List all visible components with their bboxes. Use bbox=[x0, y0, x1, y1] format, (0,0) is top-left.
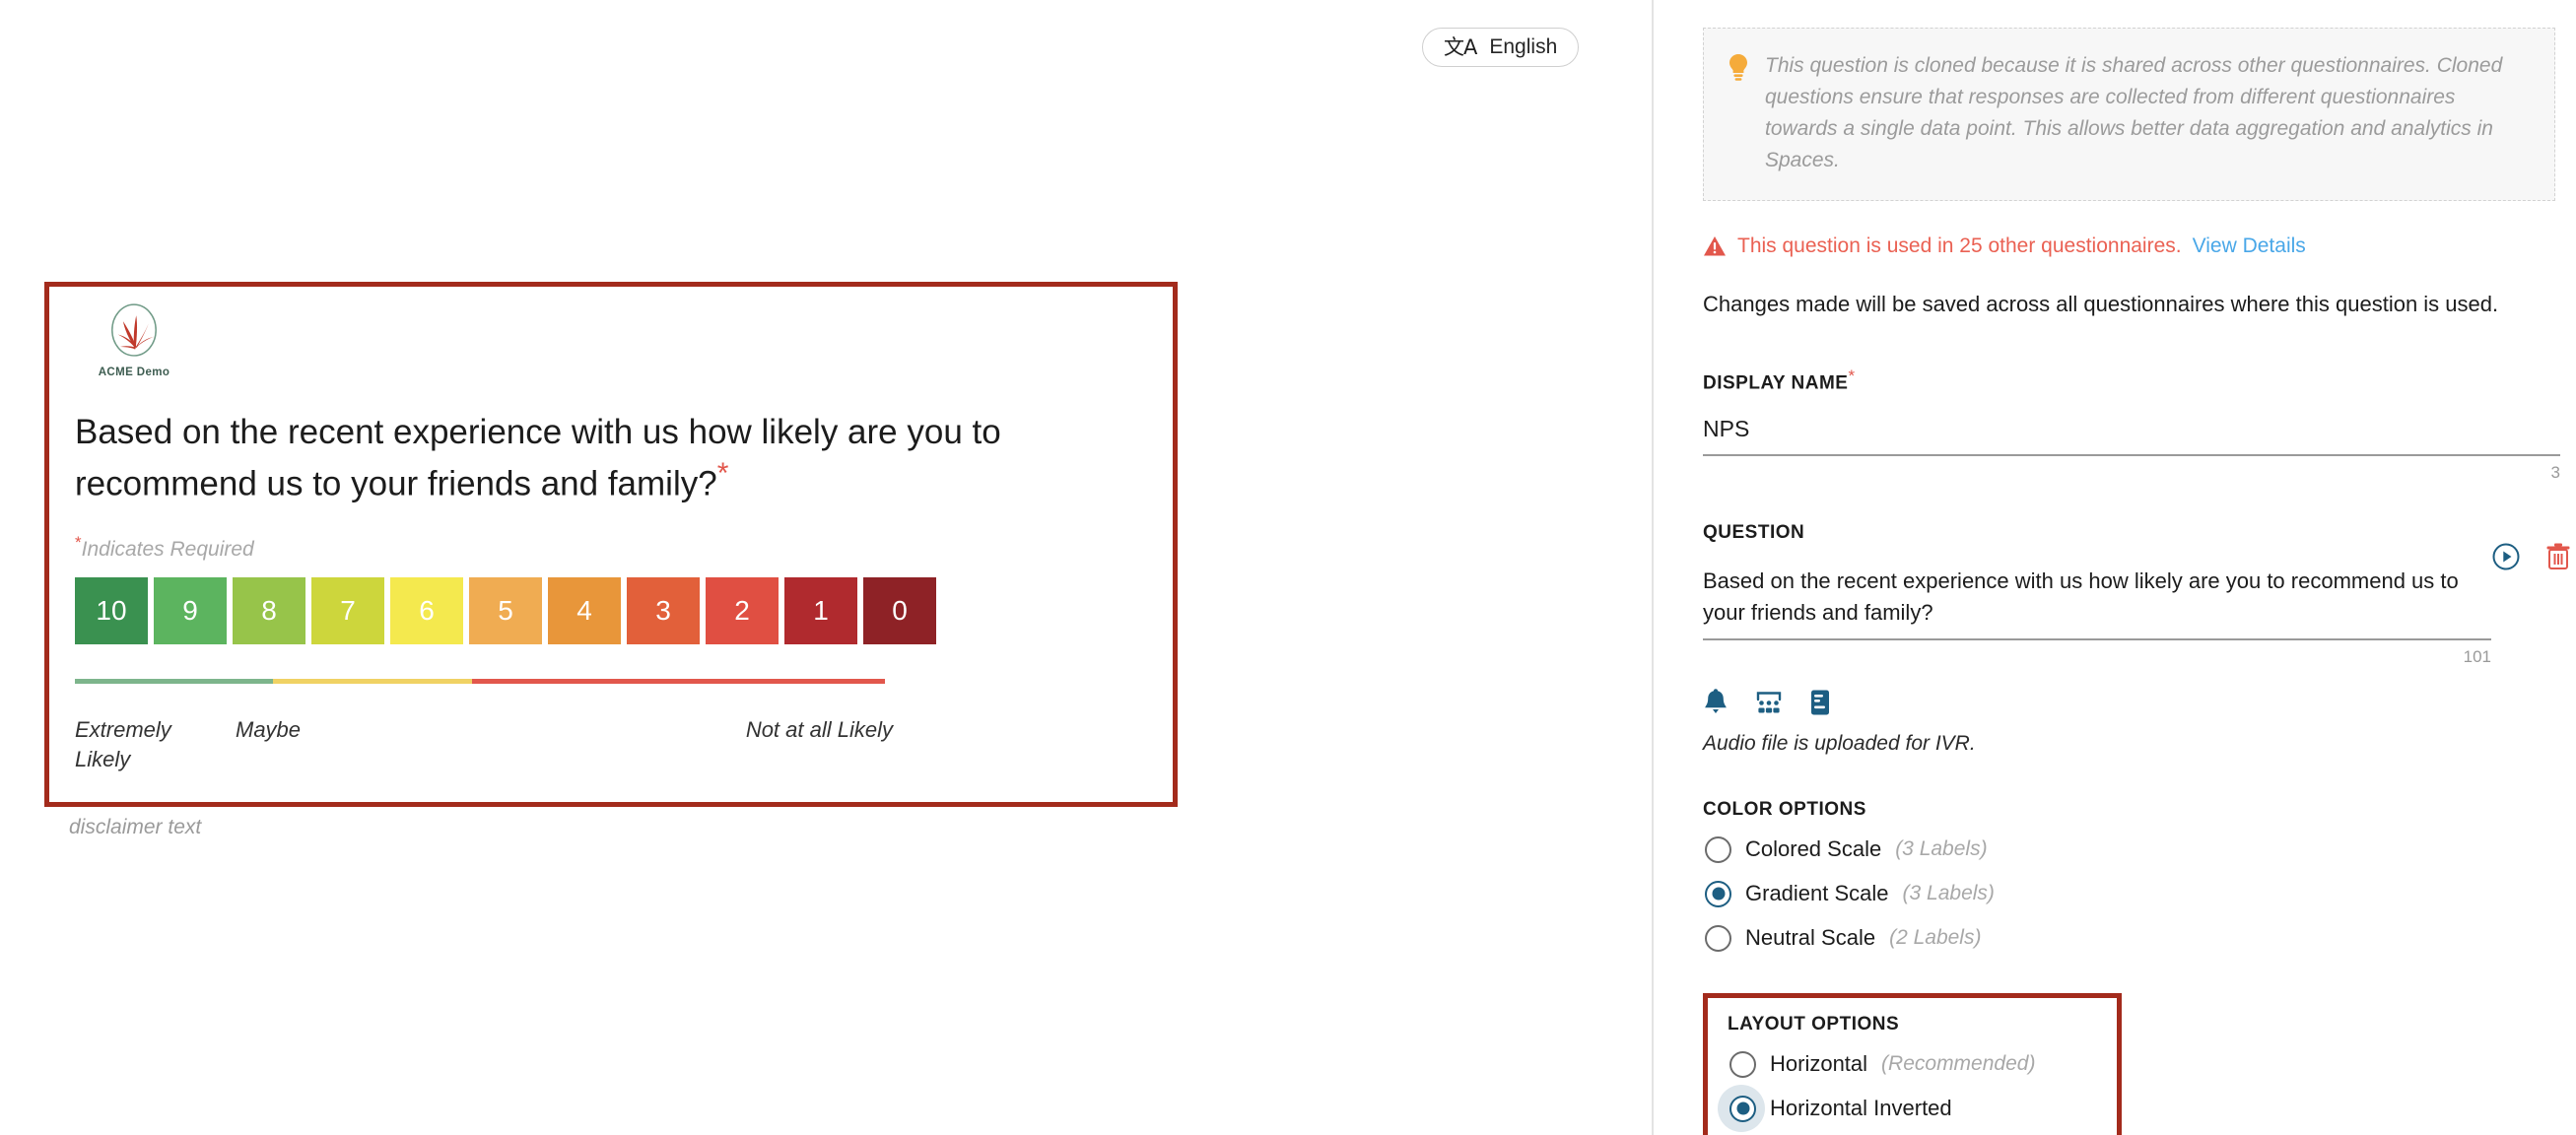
radio-hint: (3 Labels) bbox=[1895, 837, 1988, 861]
question-channel-icons bbox=[1703, 688, 2560, 716]
display-name-required-asterisk: * bbox=[1848, 366, 1856, 385]
color-options-list: Colored Scale (3 Labels) Gradient Scale (3 … bbox=[1703, 835, 2560, 954]
question-field-block: QUESTION Based on the recent experience … bbox=[1703, 521, 2570, 756]
play-audio-icon[interactable] bbox=[2491, 542, 2521, 571]
nps-scale-option-8[interactable]: 8 bbox=[233, 577, 305, 644]
question-label: QUESTION bbox=[1703, 521, 1805, 543]
language-selector-label: English bbox=[1489, 35, 1558, 58]
nps-scale-option-2[interactable]: 2 bbox=[706, 577, 779, 644]
cloned-question-info-text: This question is cloned because it is sh… bbox=[1765, 54, 2503, 171]
translate-icon: 文A bbox=[1444, 34, 1477, 59]
required-note-label: Indicates Required bbox=[81, 538, 254, 561]
nps-anchor-labels: Extremely Likely Maybe Not at all Likely bbox=[75, 715, 893, 794]
nps-scale-option-10[interactable]: 10 bbox=[75, 577, 148, 644]
radio-hint: (2 Labels) bbox=[1889, 926, 1982, 950]
question-editor-screen: 文A English ACME Demo Based on the recent… bbox=[0, 0, 2576, 1135]
question-input[interactable]: Based on the recent experience with us h… bbox=[1703, 566, 2491, 640]
color-option-colored-scale[interactable]: Colored Scale (3 Labels) bbox=[1703, 835, 1992, 865]
layout-options-list: Horizontal (Recommended) Horizontal Invert… bbox=[1728, 1049, 2089, 1124]
acme-demo-logo-icon bbox=[111, 303, 157, 357]
brand-logo-block: ACME Demo bbox=[81, 297, 187, 378]
question-char-count: 101 bbox=[2463, 646, 2491, 666]
survey-question-card: ACME Demo Based on the recent experience… bbox=[44, 282, 1178, 807]
anchor-label-right: Not at all Likely bbox=[745, 717, 893, 742]
survey-preview-pane: 文A English ACME Demo Based on the recent… bbox=[0, 0, 1654, 1135]
required-note: *Indicates Required bbox=[75, 533, 254, 562]
warning-triangle-icon bbox=[1704, 235, 1726, 256]
usage-warning-row: This question is used in 25 other questi… bbox=[1703, 234, 2560, 258]
passive-segment bbox=[273, 679, 472, 684]
display-name-label: DISPLAY NAME* bbox=[1703, 367, 2560, 394]
nps-scale-row: 10 9 8 7 6 5 4 3 2 1 0 bbox=[75, 577, 936, 644]
radio-label: Horizontal Inverted bbox=[1770, 1096, 1952, 1121]
nps-scale-option-6[interactable]: 6 bbox=[390, 577, 463, 644]
anchor-label-middle: Maybe bbox=[236, 717, 302, 742]
radio-button[interactable] bbox=[1729, 1095, 1756, 1122]
view-details-link[interactable]: View Details bbox=[2193, 234, 2306, 258]
color-options-group: COLOR OPTIONS Colored Scale (3 Labels) Gra… bbox=[1703, 799, 2560, 954]
form-icon[interactable] bbox=[1809, 689, 1831, 716]
preview-question-text: Based on the recent experience with us h… bbox=[75, 411, 1159, 506]
color-option-gradient-scale[interactable]: Gradient Scale (3 Labels) bbox=[1703, 879, 1999, 909]
nps-scale-option-9[interactable]: 9 bbox=[154, 577, 227, 644]
delete-audio-icon[interactable] bbox=[2544, 542, 2572, 571]
question-audio-actions bbox=[2491, 542, 2572, 571]
display-name-char-count: 3 bbox=[2550, 462, 2560, 482]
keypad-icon[interactable] bbox=[1755, 690, 1783, 715]
language-selector[interactable]: 文A English bbox=[1422, 28, 1580, 67]
nps-scale-option-5[interactable]: 5 bbox=[469, 577, 542, 644]
cloned-question-info-box: This question is cloned because it is sh… bbox=[1703, 28, 2555, 201]
radio-label: Horizontal bbox=[1770, 1051, 1868, 1077]
color-option-neutral-scale[interactable]: Neutral Scale (2 Labels) bbox=[1703, 923, 1985, 954]
radio-button[interactable] bbox=[1705, 835, 1731, 863]
nps-segment-bar bbox=[75, 679, 885, 684]
disclaimer-text: disclaimer text bbox=[69, 816, 202, 838]
layout-option-horizontal-inverted[interactable]: Horizontal Inverted bbox=[1728, 1094, 1956, 1124]
nps-scale-option-3[interactable]: 3 bbox=[627, 577, 700, 644]
layout-options-group: LAYOUT OPTIONS Horizontal (Recommended) Ho… bbox=[1703, 992, 2122, 1135]
lightbulb-icon bbox=[1729, 54, 1747, 81]
color-options-title: COLOR OPTIONS bbox=[1703, 798, 1866, 820]
required-note-star: * bbox=[75, 533, 82, 552]
nps-scale-option-0[interactable]: 0 bbox=[863, 577, 936, 644]
display-name-input[interactable]: NPS bbox=[1703, 416, 2560, 456]
anchor-label-left: Extremely Likely bbox=[75, 717, 171, 771]
display-name-label-text: DISPLAY NAME bbox=[1703, 371, 1849, 393]
radio-label: Colored Scale bbox=[1745, 836, 1882, 862]
changes-saved-note: Changes made will be saved across all qu… bbox=[1703, 291, 2499, 316]
preview-question-body: Based on the recent experience with us h… bbox=[75, 413, 1001, 503]
usage-warning-text: This question is used in 25 other questi… bbox=[1737, 234, 2182, 257]
layout-option-horizontal[interactable]: Horizontal (Recommended) bbox=[1728, 1049, 2039, 1080]
nps-scale-option-1[interactable]: 1 bbox=[784, 577, 857, 644]
brand-name: ACME Demo bbox=[98, 367, 170, 378]
radio-label: Neutral Scale bbox=[1745, 925, 1876, 951]
radio-hint: (3 Labels) bbox=[1902, 882, 1995, 905]
promoter-segment bbox=[75, 679, 274, 684]
layout-options-title: LAYOUT OPTIONS bbox=[1728, 1013, 1900, 1035]
nps-scale-option-4[interactable]: 4 bbox=[548, 577, 621, 644]
radio-button[interactable] bbox=[1729, 1050, 1756, 1078]
radio-label: Gradient Scale bbox=[1745, 881, 1889, 906]
nps-scale-option-7[interactable]: 7 bbox=[311, 577, 384, 644]
required-asterisk: * bbox=[716, 456, 729, 490]
question-settings-pane: This question is cloned because it is sh… bbox=[1654, 0, 2576, 1135]
detractor-segment bbox=[471, 679, 885, 684]
radio-button[interactable] bbox=[1705, 924, 1731, 952]
radio-hint: (Recommended) bbox=[1881, 1052, 2036, 1076]
audio-upload-note: Audio file is uploaded for IVR. bbox=[1703, 731, 1976, 755]
bell-icon[interactable] bbox=[1703, 688, 1729, 716]
radio-button[interactable] bbox=[1705, 880, 1731, 907]
